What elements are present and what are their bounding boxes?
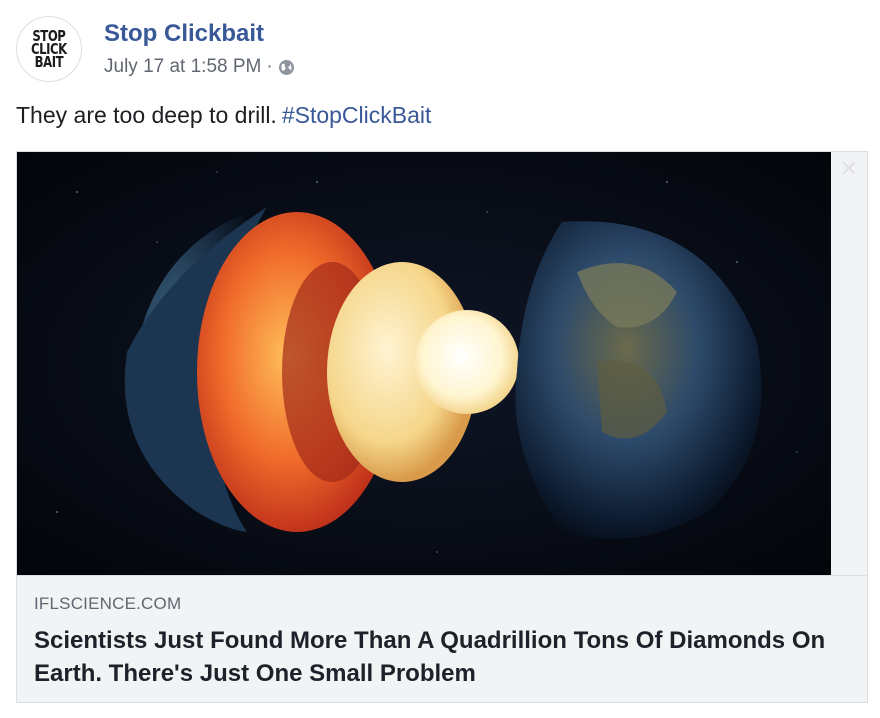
post-text: They are too deep to drill. #StopClickBai… [16,102,431,129]
page-name-link[interactable]: Stop Clickbait [104,20,264,48]
link-card-footer[interactable]: IFLSCIENCE.COM Scientists Just Found Mor… [17,575,867,702]
post-timestamp[interactable]: July 17 at 1:58 PM [104,56,261,78]
status-text: They are too deep to drill. [16,102,277,128]
post-meta: July 17 at 1:58 PM · [104,56,295,78]
avatar-line: BAIT [34,52,64,71]
hashtag-link[interactable]: #StopClickBait [282,102,432,128]
link-preview-card[interactable]: ✕ IFLSCIENCE.COM Scientists Just Found M… [16,151,868,703]
post-header: STOP CLICK BAIT Stop Clickbait July 17 a… [16,12,856,84]
facebook-post: STOP CLICK BAIT Stop Clickbait July 17 a… [0,0,880,718]
link-domain: IFLSCIENCE.COM [34,594,182,613]
meta-separator: · [266,56,273,77]
close-icon[interactable]: ✕ [839,159,859,181]
avatar-logo-text: STOP CLICK BAIT [31,28,67,71]
page-avatar[interactable]: STOP CLICK BAIT [16,16,82,82]
link-headline[interactable]: Scientists Just Found More Than A Quadri… [34,624,834,690]
earth-layers-illustration[interactable] [17,152,831,575]
globe-icon[interactable] [278,59,295,76]
